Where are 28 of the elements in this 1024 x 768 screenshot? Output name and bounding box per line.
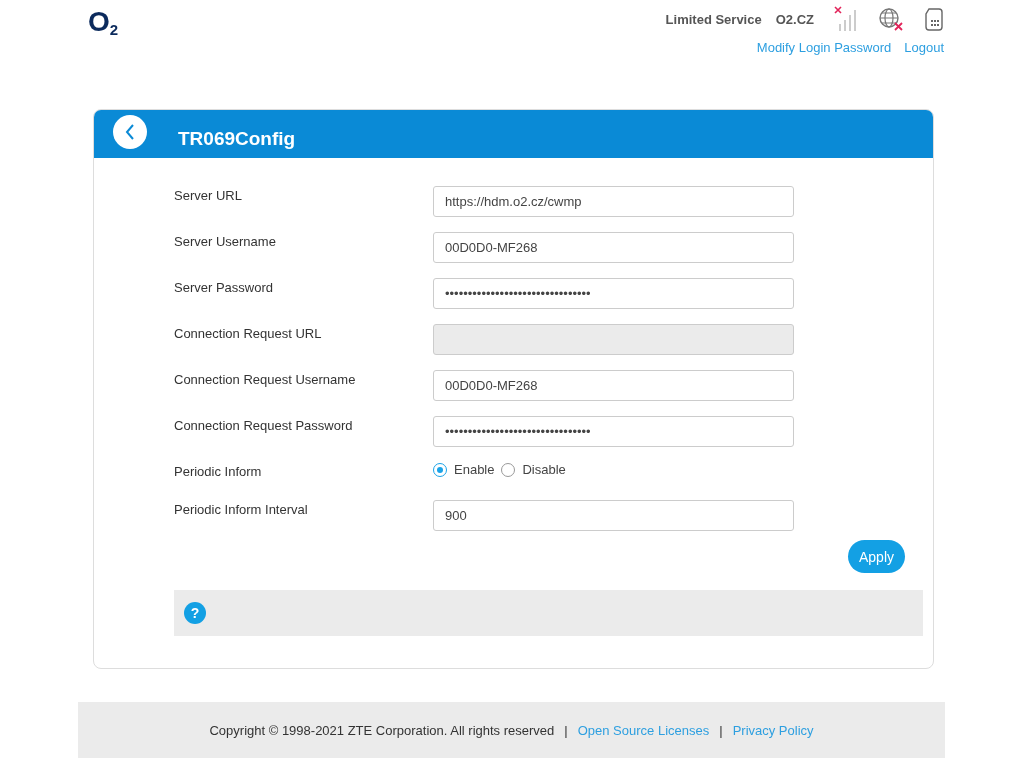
field-label: Server URL bbox=[174, 187, 243, 203]
separator: | bbox=[564, 722, 568, 738]
field-label: Connection Request Password bbox=[174, 417, 354, 433]
o2-logo: O$_{2}$ bbox=[88, 6, 119, 40]
radio-label: Enable bbox=[454, 462, 495, 477]
globe-disconnected-icon bbox=[878, 7, 904, 31]
operator-name: O2.CZ bbox=[775, 11, 814, 27]
input-field[interactable]: •••••••••••••••••••••••••••••••• bbox=[433, 416, 794, 447]
field-label: Server Username bbox=[174, 233, 277, 249]
separator: | bbox=[719, 722, 723, 738]
chevron-left-icon bbox=[125, 124, 135, 140]
radio-label: Disable bbox=[522, 462, 566, 477]
page-title: TR069Config bbox=[178, 128, 296, 150]
sim-card-icon bbox=[924, 7, 944, 31]
field-label: Connection Request URL bbox=[174, 325, 323, 341]
input-field[interactable]: 00D0D0-MF268 bbox=[433, 370, 794, 401]
back-button[interactable] bbox=[113, 115, 147, 149]
service-status: Limited Service bbox=[665, 11, 762, 27]
input-field[interactable]: 00D0D0-MF268 bbox=[433, 232, 794, 263]
input-field[interactable]: 900 bbox=[433, 500, 794, 531]
field-label: Connection Request Username bbox=[174, 371, 357, 387]
no-signal-icon bbox=[834, 6, 858, 32]
field-label: Periodic Inform bbox=[174, 463, 263, 479]
copyright-text: Copyright © 1998-2021 ZTE Corporation. All rights reserved bbox=[209, 722, 555, 738]
input-field[interactable]: •••••••••••••••••••••••••••••••• bbox=[433, 278, 794, 309]
field-label: Periodic Inform Interval bbox=[174, 501, 309, 517]
field-label: Server Password bbox=[174, 279, 274, 295]
input-field[interactable]: https://hdm.o2.cz/cwmp bbox=[433, 186, 794, 217]
